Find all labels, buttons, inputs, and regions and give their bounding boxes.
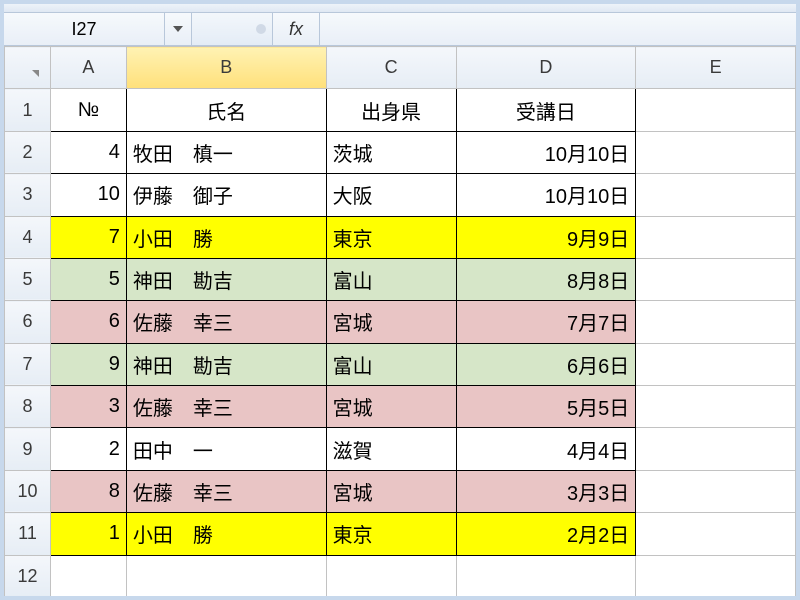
cell[interactable]: 佐藤 幸三 [126, 301, 326, 343]
column-header-D[interactable]: D [456, 47, 636, 89]
cell[interactable]: 東京 [326, 216, 456, 258]
name-box-dropdown[interactable] [165, 13, 192, 45]
cell[interactable] [636, 428, 796, 470]
grid[interactable]: ABCDE1№氏名出身県受講日24牧田 槙一茨城10月10日310伊藤 御子大阪… [4, 46, 796, 598]
cell[interactable] [636, 174, 796, 216]
cell[interactable] [126, 555, 326, 598]
cell[interactable]: 出身県 [326, 89, 456, 131]
cell[interactable]: 滋賀 [326, 428, 456, 470]
cell[interactable]: 2月2日 [456, 513, 636, 555]
cell[interactable] [636, 470, 796, 512]
worksheet[interactable]: ABCDE1№氏名出身県受講日24牧田 槙一茨城10月10日310伊藤 御子大阪… [4, 46, 796, 598]
cell[interactable] [636, 555, 796, 598]
cell[interactable]: 宮城 [326, 301, 456, 343]
cell[interactable] [326, 555, 456, 598]
cell[interactable]: 5 [50, 258, 126, 300]
cell[interactable]: 3月3日 [456, 470, 636, 512]
row-header[interactable]: 11 [5, 513, 51, 555]
cell[interactable]: 9月9日 [456, 216, 636, 258]
cell[interactable]: 3 [50, 386, 126, 428]
cell[interactable]: 田中 一 [126, 428, 326, 470]
cell[interactable]: 小田 勝 [126, 513, 326, 555]
cell[interactable]: 伊藤 御子 [126, 174, 326, 216]
row-header[interactable]: 2 [5, 131, 51, 173]
cell[interactable]: 富山 [326, 343, 456, 385]
cell[interactable]: 6 [50, 301, 126, 343]
cell[interactable] [636, 386, 796, 428]
cell[interactable]: 小田 勝 [126, 216, 326, 258]
cell[interactable] [50, 555, 126, 598]
cell[interactable]: 大阪 [326, 174, 456, 216]
cell[interactable]: 富山 [326, 258, 456, 300]
cell[interactable]: 1 [50, 513, 126, 555]
cell[interactable]: 牧田 槙一 [126, 131, 326, 173]
row-header[interactable]: 1 [5, 89, 51, 131]
cell[interactable] [636, 513, 796, 555]
cell[interactable] [636, 258, 796, 300]
cell[interactable]: 佐藤 幸三 [126, 386, 326, 428]
select-all-corner[interactable] [5, 47, 51, 89]
cell[interactable]: 7 [50, 216, 126, 258]
name-box[interactable]: I27 [4, 13, 165, 45]
row-header[interactable]: 5 [5, 258, 51, 300]
row-header[interactable]: 10 [5, 470, 51, 512]
formula-bar: I27 fx [4, 13, 796, 46]
column-header-A[interactable]: A [50, 47, 126, 89]
cell[interactable]: 神田 勘吉 [126, 258, 326, 300]
row-header[interactable]: 7 [5, 343, 51, 385]
cell[interactable] [636, 301, 796, 343]
cell[interactable]: 東京 [326, 513, 456, 555]
row-header[interactable]: 9 [5, 428, 51, 470]
column-header-C[interactable]: C [326, 47, 456, 89]
cell[interactable]: 氏名 [126, 89, 326, 131]
formula-input[interactable] [320, 13, 796, 45]
cell[interactable]: 宮城 [326, 386, 456, 428]
cell[interactable]: 2 [50, 428, 126, 470]
row-header[interactable]: 8 [5, 386, 51, 428]
cell[interactable]: 10月10日 [456, 174, 636, 216]
cell[interactable]: 6月6日 [456, 343, 636, 385]
fx-icon[interactable]: fx [273, 13, 320, 45]
cell[interactable] [636, 216, 796, 258]
cell[interactable]: 受講日 [456, 89, 636, 131]
cell[interactable]: 8月8日 [456, 258, 636, 300]
formula-bar-buttons [192, 13, 273, 45]
cell[interactable] [456, 555, 636, 598]
column-header-E[interactable]: E [636, 47, 796, 89]
select-all-icon [32, 70, 39, 77]
cell[interactable]: 佐藤 幸三 [126, 470, 326, 512]
row-header[interactable]: 12 [5, 555, 51, 598]
cell[interactable]: 茨城 [326, 131, 456, 173]
cell[interactable]: 7月7日 [456, 301, 636, 343]
chevron-down-icon [173, 26, 183, 32]
column-header-B[interactable]: B [126, 47, 326, 89]
cell[interactable]: 10 [50, 174, 126, 216]
cell[interactable]: 8 [50, 470, 126, 512]
cell[interactable]: 5月5日 [456, 386, 636, 428]
cell[interactable]: 神田 勘吉 [126, 343, 326, 385]
cell[interactable]: 宮城 [326, 470, 456, 512]
cell[interactable]: 4月4日 [456, 428, 636, 470]
row-header[interactable]: 6 [5, 301, 51, 343]
cell[interactable]: 9 [50, 343, 126, 385]
cell[interactable] [636, 343, 796, 385]
cell[interactable] [636, 89, 796, 131]
cell[interactable] [636, 131, 796, 173]
ribbon-gap [4, 4, 796, 13]
cell[interactable]: № [50, 89, 126, 131]
cell[interactable]: 10月10日 [456, 131, 636, 173]
row-header[interactable]: 4 [5, 216, 51, 258]
cell[interactable]: 4 [50, 131, 126, 173]
row-header[interactable]: 3 [5, 174, 51, 216]
